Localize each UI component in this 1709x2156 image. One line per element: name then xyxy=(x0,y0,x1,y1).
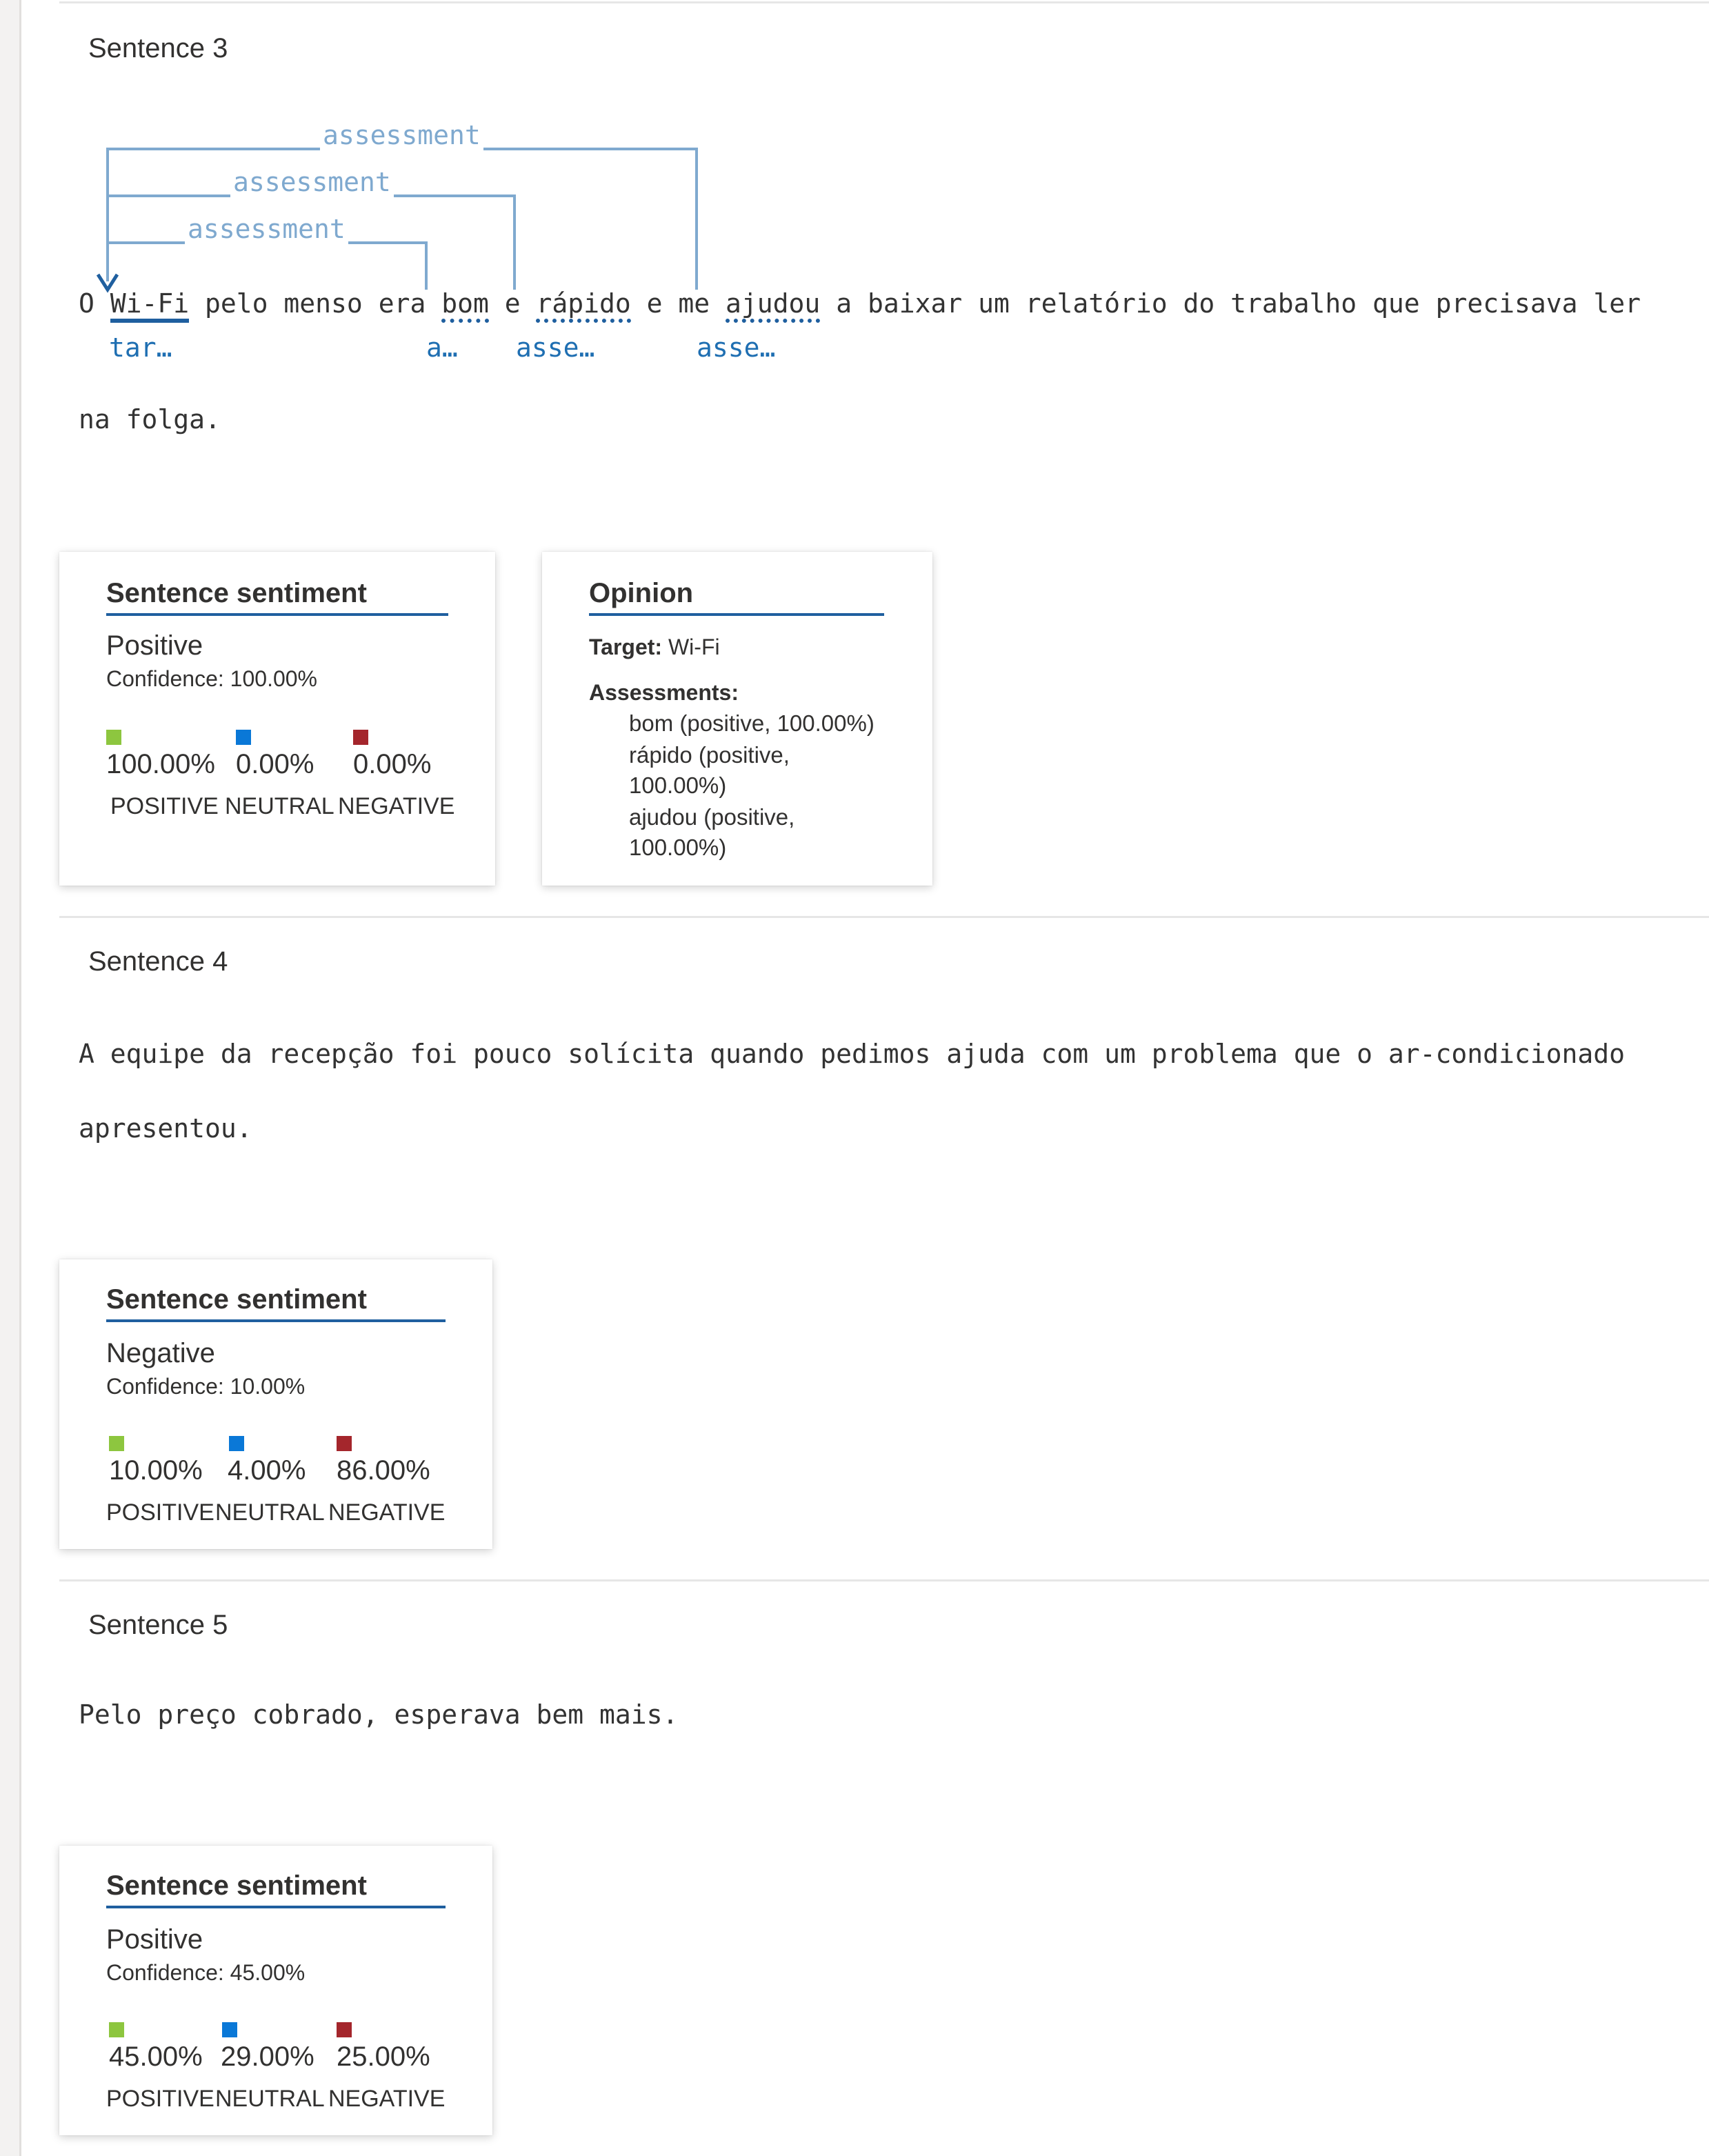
assessment-line: 100.00%) xyxy=(629,772,727,798)
neutral-label: NEUTRAL xyxy=(225,793,334,819)
sentence-3-line-1: O Wi-Fi pelo menso era bom e rápido e me… xyxy=(79,288,1641,323)
positive-score: 10.00% xyxy=(109,1455,203,1486)
card-title: Opinion xyxy=(589,578,884,616)
positive-score: 45.00% xyxy=(109,2042,203,2072)
confidence-text: Confidence: 10.00% xyxy=(106,1374,306,1399)
relation-arc-bom xyxy=(106,241,428,290)
sentence-sentiment-card: Sentence sentiment Positive Confidence: … xyxy=(59,552,495,886)
positive-score: 100.00% xyxy=(106,749,215,779)
token-tag-target[interactable]: tar… xyxy=(109,332,172,363)
assessment-token-rapido[interactable]: rápido xyxy=(536,288,631,323)
sentence-sentiment-card: Sentence sentiment Negative Confidence: … xyxy=(59,1259,492,1549)
target-label: Target: xyxy=(589,635,663,659)
confidence-text: Confidence: 45.00% xyxy=(106,1960,306,1985)
text-segment: pelo menso era xyxy=(189,288,442,319)
neutral-swatch-icon xyxy=(236,730,251,745)
sentence-5-line-1: Pelo preço cobrado, esperava bem mais. xyxy=(79,1699,679,1730)
sentence-4-title: Sentence 4 xyxy=(88,946,228,977)
positive-swatch-icon xyxy=(106,730,121,745)
token-tag-assessment[interactable]: a… xyxy=(426,332,458,363)
sentiment-label: Positive xyxy=(106,630,203,661)
positive-label: POSITIVE xyxy=(110,793,219,819)
section-divider xyxy=(59,1579,1709,1581)
negative-score: 25.00% xyxy=(337,2042,430,2072)
relation-label: assessment xyxy=(185,214,348,244)
assessment-line: ajudou (positive, xyxy=(629,804,795,830)
target-token-wifi[interactable]: Wi-Fi xyxy=(110,288,190,323)
relation-arcs xyxy=(96,148,698,293)
neutral-score: 4.00% xyxy=(228,1455,306,1486)
neutral-label: NEUTRAL xyxy=(215,1499,325,1526)
token-tag-assessment[interactable]: asse… xyxy=(697,332,775,363)
text-segment: e me xyxy=(630,288,726,319)
negative-score: 86.00% xyxy=(337,1455,430,1486)
neutral-swatch-icon xyxy=(229,1436,244,1451)
card-title: Sentence sentiment xyxy=(106,1870,446,1908)
token-tag-assessment[interactable]: asse… xyxy=(516,332,594,363)
target-value: Wi-Fi xyxy=(662,635,720,659)
neutral-score: 0.00% xyxy=(236,749,314,779)
text-segment: a baixar um relatório do trabalho que pr… xyxy=(820,288,1641,319)
card-title: Sentence sentiment xyxy=(106,1284,446,1322)
positive-label: POSITIVE xyxy=(106,1499,214,1526)
assessment-token-bom[interactable]: bom xyxy=(441,288,489,323)
left-frame-edge xyxy=(0,0,21,2156)
sentence-sentiment-card: Sentence sentiment Positive Confidence: … xyxy=(59,1846,492,2135)
assessment-line: bom (positive, 100.00%) xyxy=(629,710,875,736)
negative-label: NEGATIVE xyxy=(328,2086,446,2112)
relation-label: assessment xyxy=(230,167,394,197)
neutral-swatch-icon xyxy=(222,2022,237,2037)
text-segment: e xyxy=(488,288,537,319)
neutral-label: NEUTRAL xyxy=(215,2086,325,2112)
sentiment-label: Negative xyxy=(106,1338,215,1368)
positive-swatch-icon xyxy=(109,1436,124,1451)
negative-score: 0.00% xyxy=(353,749,432,779)
target-row: Target: Wi-Fi xyxy=(589,635,720,660)
negative-swatch-icon xyxy=(337,2022,352,2037)
sentence-5-title: Sentence 5 xyxy=(88,1610,228,1640)
card-title: Sentence sentiment xyxy=(106,578,448,616)
negative-swatch-icon xyxy=(353,730,368,745)
section-divider xyxy=(59,916,1709,918)
negative-label: NEGATIVE xyxy=(338,793,455,819)
text-segment: O xyxy=(79,288,110,319)
neutral-score: 29.00% xyxy=(221,2042,314,2072)
negative-swatch-icon xyxy=(337,1436,352,1451)
relation-label: assessment xyxy=(320,120,483,150)
assessment-line: 100.00%) xyxy=(629,835,727,860)
positive-label: POSITIVE xyxy=(106,2086,214,2112)
assessment-token-ajudou[interactable]: ajudou xyxy=(726,288,821,323)
confidence-text: Confidence: 100.00% xyxy=(106,666,317,691)
sentence-4-line-1: A equipe da recepção foi pouco solícita … xyxy=(79,1039,1626,1069)
positive-swatch-icon xyxy=(109,2022,124,2037)
assessments-label: Assessments: xyxy=(589,680,739,705)
assessment-line: rápido (positive, xyxy=(629,742,790,768)
negative-label: NEGATIVE xyxy=(328,1499,446,1526)
sentence-4-line-2: apresentou. xyxy=(79,1113,252,1144)
sentence-3-line-2: na folga. xyxy=(79,404,221,435)
sentiment-label: Positive xyxy=(106,1924,203,1955)
